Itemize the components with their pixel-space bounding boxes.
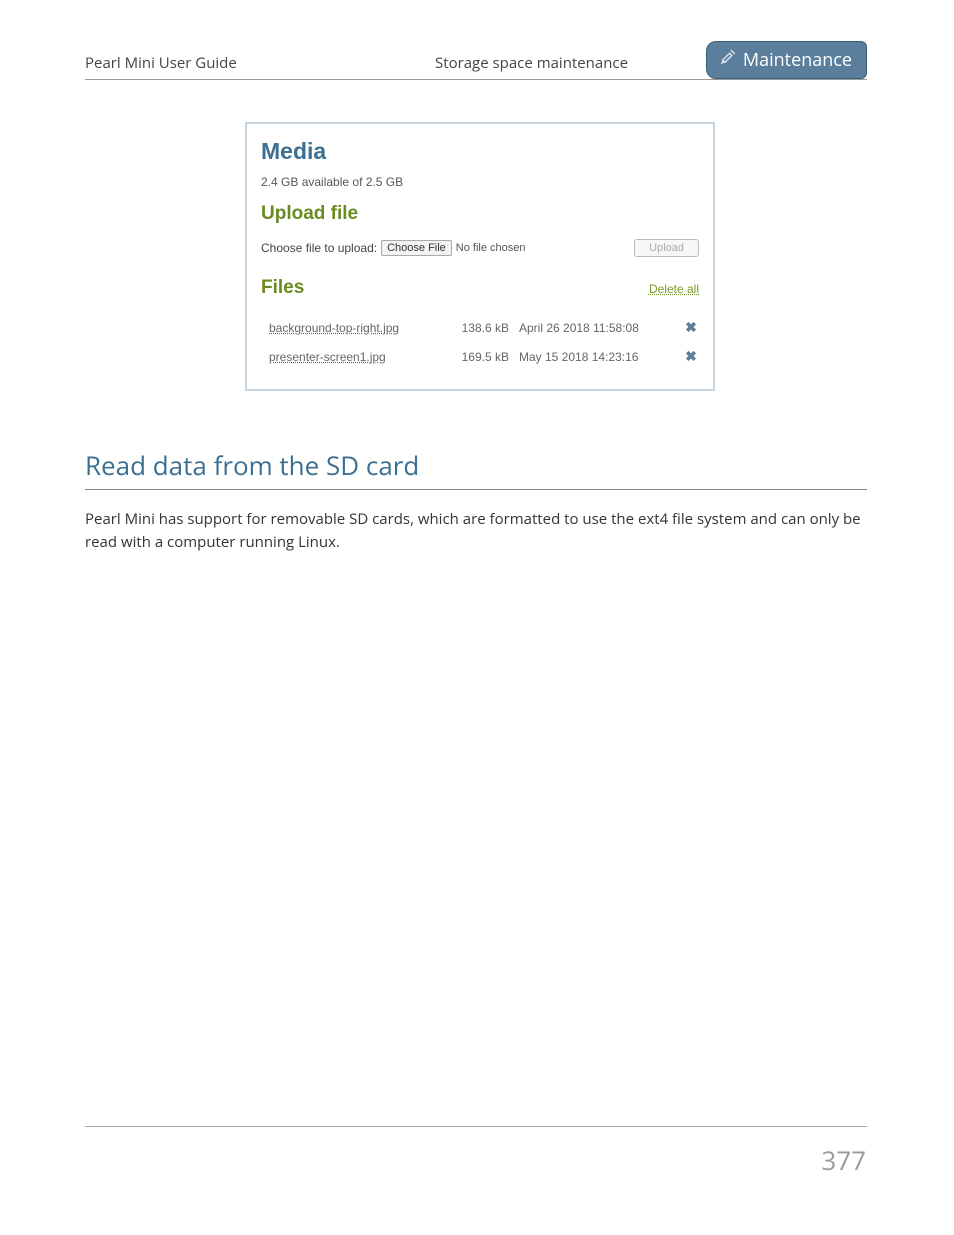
file-row: background-top-right.jpg 138.6 kB April …	[261, 313, 699, 342]
header-section-title: Storage space maintenance	[435, 53, 628, 73]
section-heading: Read data from the SD card	[85, 447, 867, 490]
file-name-link[interactable]: presenter-screen1.jpg	[269, 350, 439, 364]
file-name-link[interactable]: background-top-right.jpg	[269, 321, 439, 335]
guide-title: Pearl Mini User Guide	[85, 53, 237, 77]
badge-label: Maintenance	[743, 48, 852, 72]
media-panel: Media 2.4 GB available of 2.5 GB Upload …	[245, 122, 715, 391]
upload-button[interactable]: Upload	[634, 239, 699, 257]
storage-status: 2.4 GB available of 2.5 GB	[261, 175, 699, 189]
no-file-chosen-text: No file chosen	[456, 242, 526, 254]
file-row: presenter-screen1.jpg 169.5 kB May 15 20…	[261, 342, 699, 371]
delete-file-icon[interactable]: ✖	[683, 348, 699, 365]
delete-file-icon[interactable]: ✖	[683, 319, 699, 336]
upload-row: Choose file to upload: Choose File No fi…	[261, 239, 699, 257]
tools-icon	[719, 48, 737, 72]
media-heading: Media	[261, 138, 699, 165]
section-body: Pearl Mini has support for removable SD …	[85, 508, 867, 555]
file-date: May 15 2018 14:23:16	[519, 350, 673, 364]
file-date: April 26 2018 11:58:08	[519, 321, 673, 335]
page-header: Pearl Mini User Guide Storage space main…	[85, 48, 867, 80]
choose-file-label: Choose file to upload:	[261, 241, 377, 255]
maintenance-badge: Maintenance	[706, 41, 867, 79]
upload-heading: Upload file	[261, 203, 699, 225]
choose-file-button[interactable]: Choose File	[381, 240, 452, 256]
delete-all-link[interactable]: Delete all	[649, 282, 699, 296]
file-size: 138.6 kB	[449, 321, 509, 335]
footer-divider	[85, 1126, 867, 1127]
files-heading: Files	[261, 277, 304, 299]
page-number: 377	[821, 1142, 866, 1178]
file-size: 169.5 kB	[449, 350, 509, 364]
